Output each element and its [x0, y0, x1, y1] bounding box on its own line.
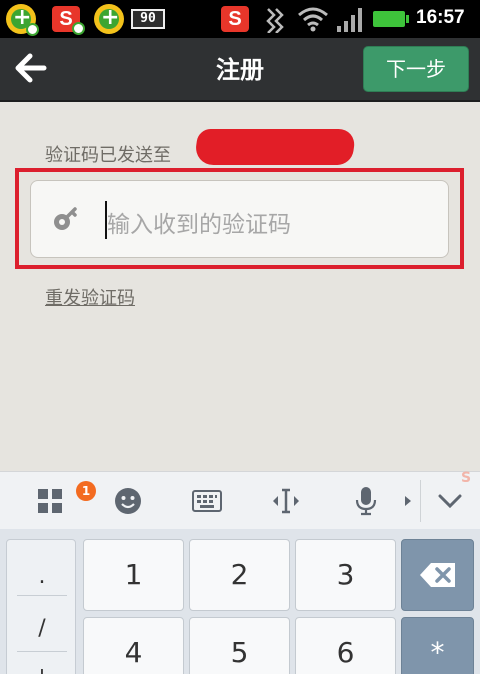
- key-5[interactable]: 5: [189, 617, 290, 674]
- key-2[interactable]: 2: [189, 539, 290, 611]
- backspace-key[interactable]: [401, 539, 474, 611]
- toolbar-divider: [420, 480, 421, 522]
- apps-grid-icon: [38, 489, 62, 513]
- keyboard-apps-button[interactable]: 1: [20, 472, 96, 530]
- verification-code-input[interactable]: 输入收到的验证码: [30, 180, 449, 258]
- app-update-icon-2: +: [94, 4, 124, 34]
- text-cursor-icon: [273, 488, 299, 514]
- app-update-icon: +: [6, 4, 39, 36]
- sogou-watermark: S: [461, 470, 472, 486]
- sogou-keyboard-icon: S: [221, 6, 249, 32]
- check-badge-icon: [72, 22, 85, 35]
- cursor-move-button[interactable]: [258, 472, 314, 530]
- wifi-icon: [297, 6, 329, 36]
- keyboard-layout-button[interactable]: [178, 472, 236, 530]
- title-bar: 注册 下一步: [0, 38, 480, 102]
- next-step-button[interactable]: 下一步: [363, 46, 469, 92]
- symbol-divider-2: [17, 651, 67, 652]
- key-icon: [54, 207, 77, 230]
- resend-code-link[interactable]: 重发验证码: [45, 284, 135, 310]
- symbol-key-dot[interactable]: .: [7, 564, 77, 589]
- back-button[interactable]: [14, 48, 62, 92]
- usb-debug-icon: [264, 7, 288, 39]
- keyboard-icon: [192, 490, 222, 512]
- microphone-icon: [355, 487, 377, 516]
- key-4[interactable]: 4: [83, 617, 184, 674]
- key-1[interactable]: 1: [83, 539, 184, 611]
- symbol-column[interactable]: . / +: [6, 539, 76, 674]
- keyboard-toolbar: 1: [0, 471, 480, 529]
- key-6[interactable]: 6: [295, 617, 396, 674]
- signal-icon: [337, 8, 363, 36]
- key-3[interactable]: 3: [295, 539, 396, 611]
- battery-percent-badge: 90: [131, 9, 165, 29]
- voice-input-button[interactable]: [338, 472, 394, 530]
- battery-icon: [373, 11, 409, 27]
- code-placeholder: 输入收到的验证码: [107, 212, 291, 238]
- symbol-key-slash[interactable]: /: [7, 616, 77, 641]
- redacted-phone-number: [193, 129, 357, 165]
- clock: 16:57: [416, 7, 465, 28]
- more-arrow-icon: [402, 472, 414, 530]
- emoji-button[interactable]: [100, 472, 156, 530]
- symbol-divider: [17, 595, 67, 596]
- code-sent-label: 验证码已发送至: [45, 145, 171, 166]
- apps-notification-badge: 1: [76, 481, 96, 501]
- status-bar: + S + 90 S 16:57: [0, 0, 480, 38]
- backspace-icon: [419, 563, 455, 587]
- back-arrow-icon: [15, 53, 47, 83]
- chevron-down-icon: [438, 494, 462, 508]
- smiley-icon: [115, 488, 141, 514]
- symbol-key-plus[interactable]: +: [7, 664, 77, 674]
- asterisk-key[interactable]: *: [401, 617, 474, 674]
- numeric-keypad: . / + 1 2 3 4 5 6 *: [0, 529, 480, 674]
